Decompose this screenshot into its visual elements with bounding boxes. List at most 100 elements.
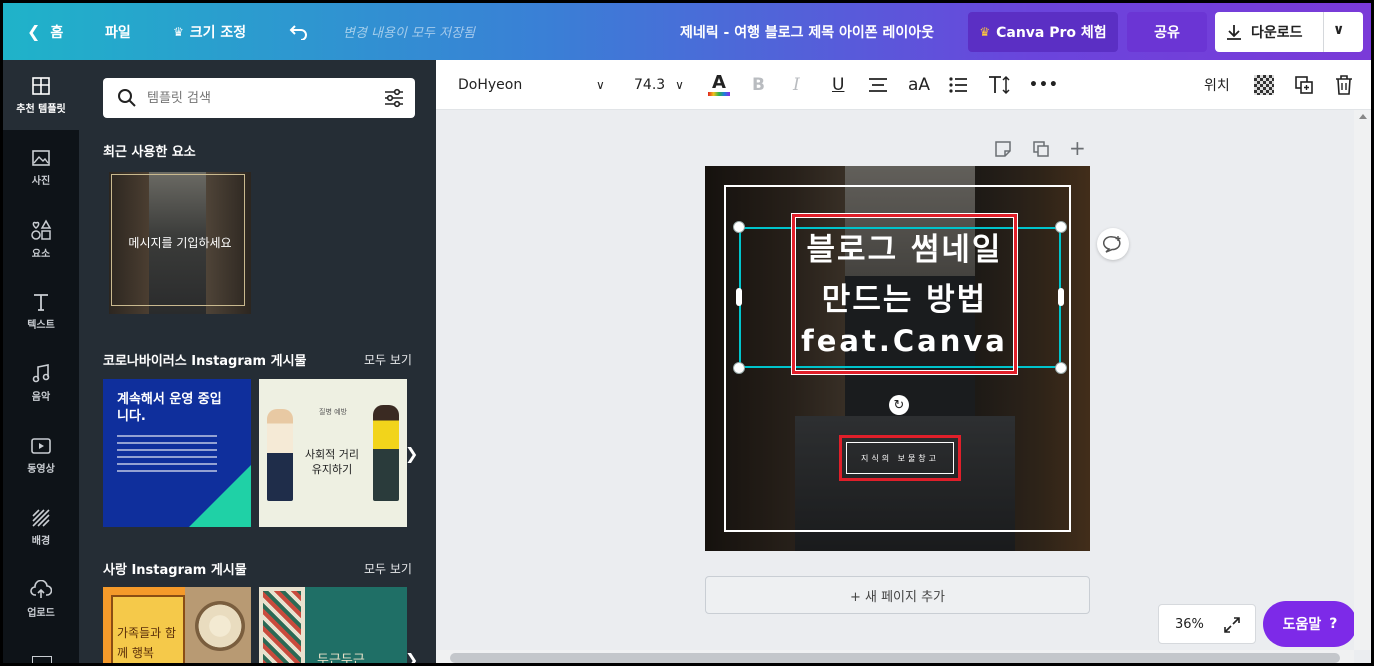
rail-item-background[interactable]: 배경 <box>3 492 79 562</box>
background-icon <box>32 508 50 527</box>
rail-item-music[interactable]: 음악 <box>3 348 79 418</box>
underline-button[interactable]: U <box>832 60 844 110</box>
help-button[interactable]: 도움말 ? <box>1263 601 1357 647</box>
pattern-decor <box>263 591 301 663</box>
rail-item-templates[interactable]: 추천 템플릿 <box>3 60 79 130</box>
transparency-icon <box>1254 75 1274 95</box>
app-window: ❮ 홈 파일 ♛ 크기 조정 변경 내용이 모두 저장됨 제네릭 - 여행 블로… <box>0 0 1374 666</box>
search-input[interactable] <box>147 86 367 110</box>
duplicate-element-button[interactable] <box>1294 60 1314 110</box>
folder-icon[interactable] <box>32 656 52 663</box>
list-button[interactable] <box>949 60 967 110</box>
title-line-2[interactable]: 만드는 방법 <box>792 274 1017 319</box>
position-button[interactable]: 위치 <box>1204 60 1230 110</box>
title-line-3[interactable]: feat.Canva <box>792 324 1017 358</box>
horizontal-scrollbar[interactable] <box>436 650 1354 663</box>
corona-t1-title: 계속해서 운영 중입니다. <box>117 392 222 424</box>
zoom-value: 36% <box>1175 616 1204 632</box>
zoom-control[interactable]: 36% <box>1158 604 1256 644</box>
editor-toolbar: DoHyeon ∨ 74.3 ∨ A B I U aA ••• 위치 <box>436 60 1371 110</box>
music-icon <box>32 363 50 382</box>
photo-icon <box>32 149 50 166</box>
recent-thumbnail[interactable]: 메시지를 기입하세요 <box>109 172 251 314</box>
add-page-button[interactable]: + 새 페이지 추가 <box>705 576 1090 614</box>
video-icon <box>31 437 51 454</box>
scroll-thumb[interactable] <box>450 653 1340 663</box>
chevron-down-icon: ∨ <box>596 78 605 92</box>
home-button[interactable]: ❮ 홈 <box>27 3 63 60</box>
selection-handle[interactable] <box>733 221 745 233</box>
share-button[interactable]: 공유 <box>1127 12 1207 52</box>
rail-label: 음악 <box>31 391 51 403</box>
fullscreen-icon[interactable] <box>1223 616 1241 634</box>
undo-button[interactable] <box>289 3 309 60</box>
love-template-3-pattern[interactable] <box>259 587 305 663</box>
template-search[interactable] <box>103 78 415 118</box>
selection-handle[interactable] <box>1055 221 1067 233</box>
rail-item-text[interactable]: 텍스트 <box>3 276 79 346</box>
rail-item-upload[interactable]: 업로드 <box>3 564 79 634</box>
tag-text: 지식의 보물창고 <box>860 453 940 463</box>
carousel-next-icon[interactable]: ❯ <box>405 650 418 663</box>
undo-icon <box>289 24 307 40</box>
comment-button[interactable] <box>1097 228 1129 260</box>
title-line-1[interactable]: 블로그 썸네일 <box>792 224 1017 269</box>
duplicate-page-icon[interactable] <box>1032 140 1050 158</box>
list-icon <box>949 77 967 93</box>
recent-section-title: 최근 사용한 요소 <box>103 145 196 160</box>
trash-icon <box>1336 75 1352 95</box>
template-panel: 최근 사용한 요소 메시지를 기입하세요 코로나바이러스 Instagram 게… <box>79 60 436 663</box>
delete-button[interactable] <box>1335 60 1353 110</box>
person-figure-right <box>373 405 399 501</box>
selection-handle[interactable] <box>1055 362 1067 374</box>
filter-icon[interactable] <box>383 88 405 108</box>
vertical-scrollbar[interactable] <box>1354 110 1371 650</box>
design-page[interactable]: 블로그 썸네일 만드는 방법 feat.Canva ↻ 지식의 보물창고 <box>705 166 1090 551</box>
more-options-button[interactable]: ••• <box>1029 60 1059 110</box>
selection-handle[interactable] <box>733 362 745 374</box>
rail-item-photos[interactable]: 사진 <box>3 132 79 202</box>
corona-t1-corner <box>189 465 251 527</box>
font-family-value: DoHyeon <box>458 77 523 93</box>
corona-see-all-link[interactable]: 모두 보기 <box>364 351 412 368</box>
rail-label: 텍스트 <box>27 319 55 331</box>
font-family-dropdown[interactable]: DoHyeon ∨ <box>458 60 605 110</box>
align-button[interactable] <box>868 60 888 110</box>
carousel-next-icon[interactable]: ❯ <box>405 444 418 463</box>
side-handle[interactable] <box>736 288 742 306</box>
tag-box[interactable]: 지식의 보물창고 <box>846 442 954 474</box>
canva-pro-trial-button[interactable]: ♛ Canva Pro 체험 <box>968 12 1118 52</box>
rail-label: 업로드 <box>27 607 55 619</box>
bold-button[interactable]: B <box>752 60 765 110</box>
corona-template-2[interactable]: 질병 예방 사회적 거리 유지하기 <box>259 379 407 527</box>
duplicate-icon <box>1295 76 1313 94</box>
love-template-3[interactable]: 두근두근 <box>305 587 407 663</box>
crown-icon: ♛ <box>173 24 184 39</box>
italic-button[interactable]: I <box>793 60 800 110</box>
letter-case-button[interactable]: aA <box>908 60 930 110</box>
canvas-area: + 블로그 썸네일 만드는 방법 feat.Canva ↻ 지식의 보물창고 +… <box>436 110 1371 663</box>
corona-template-1[interactable]: 계속해서 운영 중입니다. <box>103 379 251 527</box>
rail-item-video[interactable]: 동영상 <box>3 420 79 490</box>
rail-label: 사진 <box>31 175 51 187</box>
document-title[interactable]: 제네릭 - 여행 블로그 제목 아이폰 레이아웃 <box>680 3 934 60</box>
love-template-1[interactable]: 가족들과 함께 행복 <box>103 587 185 663</box>
corona-t2-title: 사회적 거리 유지하기 <box>304 448 360 476</box>
scroll-up-icon[interactable] <box>1359 114 1367 119</box>
side-handle[interactable] <box>1058 288 1064 306</box>
rail-item-elements[interactable]: 요소 <box>3 204 79 274</box>
chevron-down-icon: ∨ <box>675 78 684 92</box>
love-see-all-link[interactable]: 모두 보기 <box>364 560 412 577</box>
text-color-button[interactable]: A <box>708 60 730 110</box>
chevron-down-icon[interactable]: ∨ <box>1333 22 1344 38</box>
love-template-2[interactable] <box>185 587 251 663</box>
add-page-icon[interactable]: + <box>1069 136 1086 160</box>
notes-icon[interactable] <box>994 140 1012 158</box>
file-menu-button[interactable]: 파일 <box>105 3 131 60</box>
rotate-handle[interactable]: ↻ <box>889 395 909 415</box>
download-button[interactable]: 다운로드 ∨ <box>1215 12 1363 52</box>
transparency-button[interactable] <box>1254 60 1274 110</box>
resize-button[interactable]: ♛ 크기 조정 <box>173 3 246 60</box>
font-size-dropdown[interactable]: 74.3 ∨ <box>634 60 684 110</box>
spacing-button[interactable] <box>988 60 1010 110</box>
